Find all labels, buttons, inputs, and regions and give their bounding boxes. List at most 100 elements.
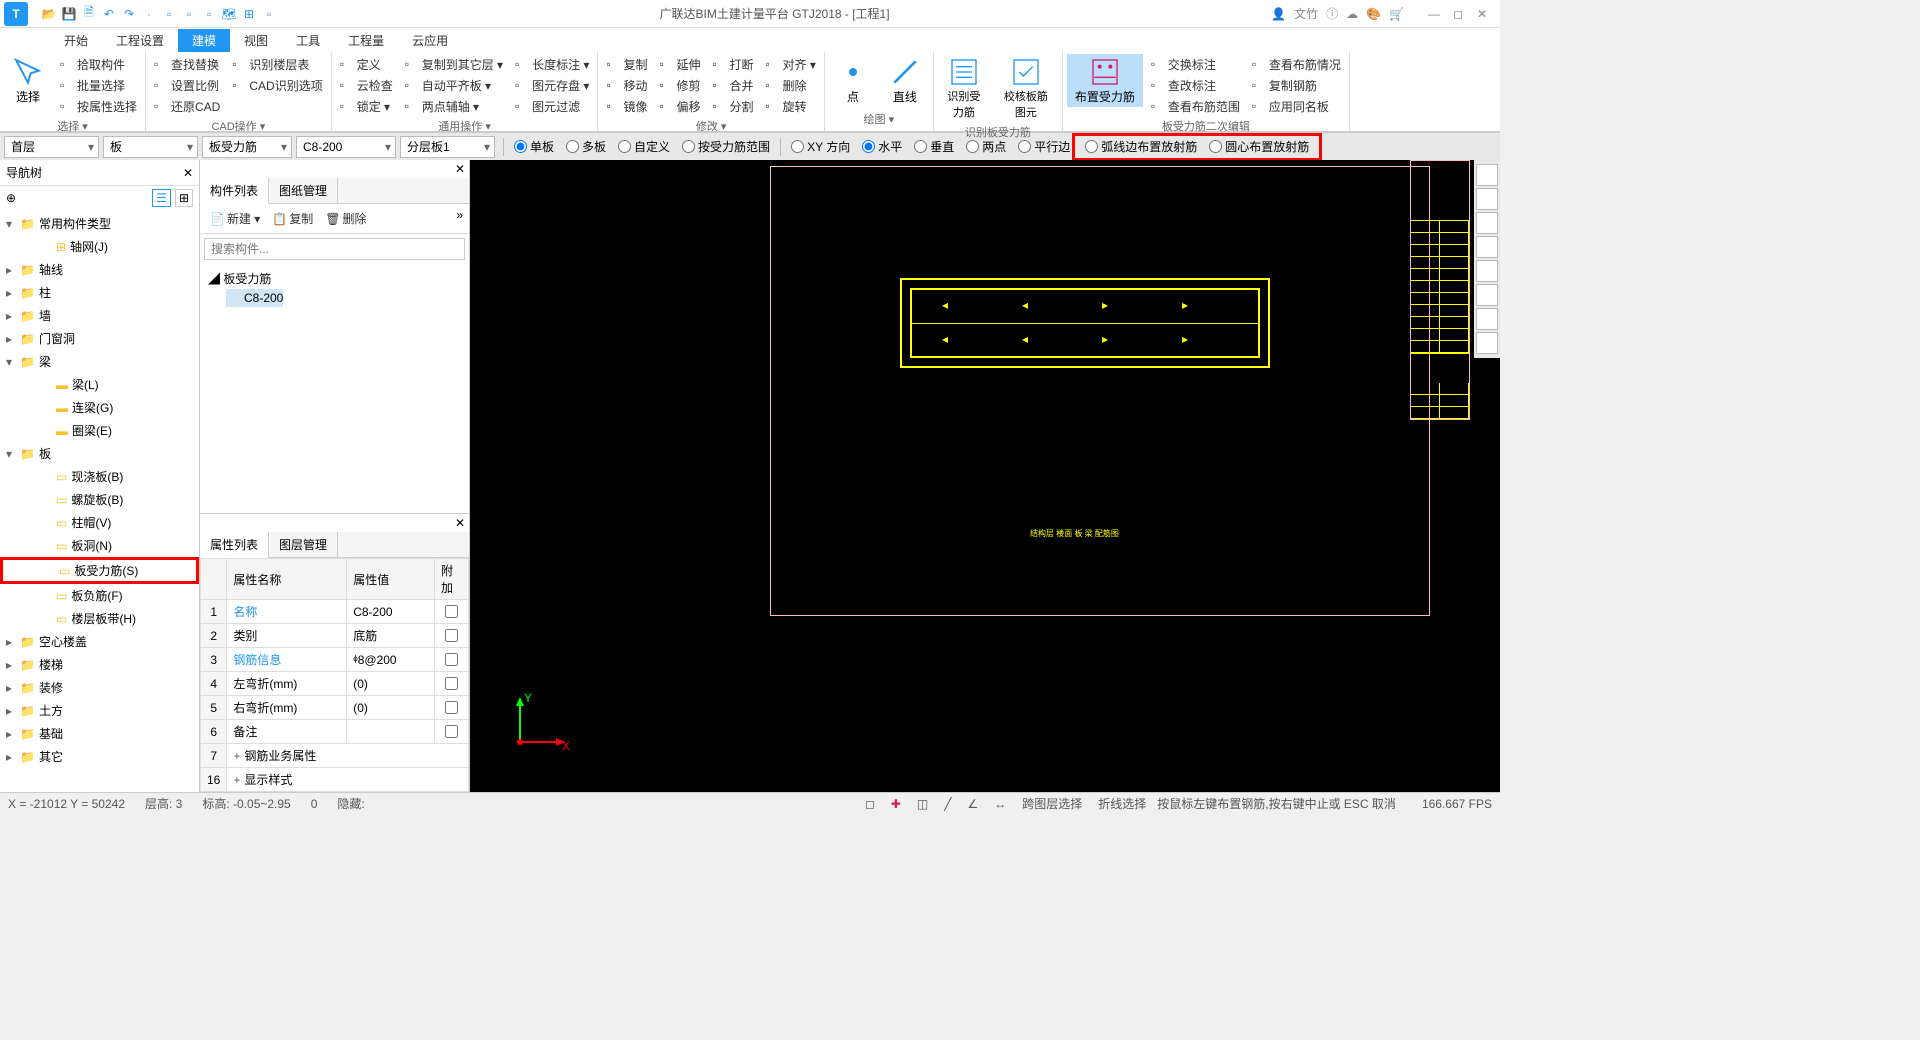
toolbar-more-icon[interactable]: » xyxy=(456,208,463,229)
ribbon-btn[interactable]: ▫还原CAD xyxy=(150,96,224,116)
tree-item[interactable]: ▸📁基础 xyxy=(0,722,199,745)
select-big-button[interactable]: 选择 xyxy=(4,54,52,107)
info-icon[interactable]: ⓘ xyxy=(1326,5,1338,22)
tree-item[interactable]: ▭板负筋(F) xyxy=(0,584,199,607)
radio-单板[interactable]: 单板 xyxy=(514,138,554,155)
radio-圆心布置放射筋[interactable]: 圆心布置放射筋 xyxy=(1209,138,1309,155)
prop-row[interactable]: 3钢筋信息ᶲ8@200 xyxy=(201,648,469,672)
drawing-canvas[interactable]: ◂ ◂ ▸ ▸ ◂ ◂ ▸ ▸ 结构层 楼面 板 梁 配筋图 xyxy=(470,160,1500,792)
ribbon-btn[interactable]: ▫删除 xyxy=(761,75,819,95)
tab-layer-manage[interactable]: 图层管理 xyxy=(269,532,338,557)
new-button[interactable]: 📄 新建 ▾ xyxy=(206,208,264,229)
tree-item[interactable]: ▭螺旋板(B) xyxy=(0,488,199,511)
sb-tool2[interactable]: ✚ xyxy=(886,796,906,812)
ribbon-btn[interactable]: ▫应用同名板 xyxy=(1248,96,1345,116)
ribbon-btn[interactable]: ▫旋转 xyxy=(761,96,819,116)
view-3d-icon[interactable] xyxy=(1476,188,1498,210)
component-search-input[interactable] xyxy=(204,238,465,260)
cloud-icon[interactable]: ☁ xyxy=(1346,7,1358,21)
ribbon-btn[interactable]: ▫两点辅轴 ▾ xyxy=(401,96,507,116)
prop-row[interactable]: 6备注 xyxy=(201,720,469,744)
tree-item[interactable]: ▸📁土方 xyxy=(0,699,199,722)
tree-item[interactable]: ▾📁板 xyxy=(0,442,199,465)
qat-redo-icon[interactable]: ↷ xyxy=(120,5,138,23)
tree-item[interactable]: ▸📁其它 xyxy=(0,745,199,768)
qat-saveas-icon[interactable]: 🗎 xyxy=(80,5,98,23)
qat-tool4-icon[interactable]: 🗺 xyxy=(220,5,238,23)
prop-row[interactable]: 16+显示样式 xyxy=(201,768,469,792)
tree-item[interactable]: ▾📁梁 xyxy=(0,350,199,373)
sb-polyline[interactable]: 折线选择 xyxy=(1093,794,1151,813)
sb-tool6[interactable]: ↔ xyxy=(989,796,1011,812)
ribbon-btn[interactable]: ▫打断 xyxy=(708,54,757,74)
prop-row[interactable]: 1名称C8-200 xyxy=(201,600,469,624)
ribbon-btn[interactable]: ▫锁定 ▾ xyxy=(336,96,397,116)
tree-item[interactable]: ▸📁柱 xyxy=(0,281,199,304)
check-rebar-button[interactable]: 校核板筋图元 xyxy=(994,54,1058,122)
comp-tree-item[interactable]: C8-200 xyxy=(226,289,283,307)
view-grid-icon[interactable] xyxy=(1476,332,1498,354)
floor-select[interactable]: 首层 xyxy=(4,136,99,158)
nav-view2-icon[interactable]: ⊞ xyxy=(175,189,193,207)
group-label-common[interactable]: 通用操作 ▾ xyxy=(336,116,594,136)
ribbon-btn[interactable]: ▫设置比例 xyxy=(150,75,224,95)
ribbon-btn[interactable]: ▫分割 xyxy=(708,96,757,116)
radio-水平[interactable]: 水平 xyxy=(862,138,902,155)
point-big-button[interactable]: 点 xyxy=(829,54,877,107)
radio-两点[interactable]: 两点 xyxy=(966,138,1006,155)
tree-item[interactable]: ▸📁楼梯 xyxy=(0,653,199,676)
view-wire-icon[interactable] xyxy=(1476,308,1498,330)
ribbon-btn[interactable]: ▫图元存盘 ▾ xyxy=(511,75,593,95)
tree-item[interactable]: ▬梁(L) xyxy=(0,373,199,396)
prop-close-icon[interactable]: ✕ xyxy=(455,516,465,530)
sb-tool3[interactable]: ◫ xyxy=(912,796,933,812)
view-box-icon[interactable] xyxy=(1476,212,1498,234)
qat-tool2-icon[interactable]: ▫ xyxy=(180,5,198,23)
ribbon-btn[interactable]: ▫长度标注 ▾ xyxy=(511,54,593,74)
tab-drawing-manage[interactable]: 图纸管理 xyxy=(269,178,338,203)
ribbon-btn[interactable]: ▫定义 xyxy=(336,54,397,74)
layer-select[interactable]: 分层板1 xyxy=(400,136,495,158)
prop-row[interactable]: 4左弯折(mm)(0) xyxy=(201,672,469,696)
arrange-rebar-button[interactable]: 布置受力筋 xyxy=(1067,54,1143,107)
ribbon-btn[interactable]: ▫查看布筋情况 xyxy=(1248,54,1345,74)
tab-property-list[interactable]: 属性列表 xyxy=(200,532,269,558)
menu-工程设置[interactable]: 工程设置 xyxy=(102,29,178,52)
menu-工程量[interactable]: 工程量 xyxy=(334,29,398,52)
category-select[interactable]: 板 xyxy=(103,136,198,158)
user-name[interactable]: 文竹 xyxy=(1294,5,1318,22)
type-select[interactable]: 板受力筋 xyxy=(202,136,292,158)
ribbon-btn[interactable]: ▫图元过滤 xyxy=(511,96,593,116)
ribbon-btn[interactable]: ▫修剪 xyxy=(655,75,704,95)
ribbon-btn[interactable]: ▫复制到其它层 ▾ xyxy=(401,54,507,74)
ribbon-btn[interactable]: ▫查改标注 xyxy=(1147,75,1244,95)
prop-row[interactable]: 2类别底筋 xyxy=(201,624,469,648)
nav-close-icon[interactable]: ✕ xyxy=(183,166,193,180)
ribbon-btn[interactable]: ▫CAD识别选项 xyxy=(228,75,326,95)
view-plane-icon[interactable] xyxy=(1476,236,1498,258)
menu-开始[interactable]: 开始 xyxy=(50,29,102,52)
tree-item[interactable]: ▭楼层板带(H) xyxy=(0,607,199,630)
ribbon-btn[interactable]: ▫复制 xyxy=(602,54,651,74)
nav-view1-icon[interactable]: ☰ xyxy=(152,189,171,207)
tree-item[interactable]: ▸📁门窗洞 xyxy=(0,327,199,350)
tree-item[interactable]: ▭板受力筋(S) xyxy=(0,557,199,584)
tree-item[interactable]: ▭柱帽(V) xyxy=(0,511,199,534)
qat-tool5-icon[interactable]: ⊞ xyxy=(240,5,258,23)
cart-icon[interactable]: 🛒 xyxy=(1389,7,1404,21)
menu-建模[interactable]: 建模 xyxy=(178,29,230,52)
nav-expand-icon[interactable]: ⊕ xyxy=(6,191,16,205)
radio-垂直[interactable]: 垂直 xyxy=(914,138,954,155)
view-orbit-icon[interactable] xyxy=(1476,164,1498,186)
view-iso-icon[interactable] xyxy=(1476,260,1498,282)
maximize-button[interactable]: ◻ xyxy=(1448,6,1468,22)
sb-cross-layer[interactable]: 跨图层选择 xyxy=(1017,794,1087,813)
sb-tool5[interactable]: ∠ xyxy=(962,796,983,812)
group-label-modify[interactable]: 修改 ▾ xyxy=(602,116,819,136)
sb-tool4[interactable]: ╱ xyxy=(939,796,956,812)
tree-item[interactable]: ⊞轴网(J) xyxy=(0,235,199,258)
ribbon-btn[interactable]: ▫延伸 xyxy=(655,54,704,74)
ribbon-btn[interactable]: ▫合并 xyxy=(708,75,757,95)
tab-component-list[interactable]: 构件列表 xyxy=(200,178,269,204)
radio-平行边[interactable]: 平行边 xyxy=(1018,138,1070,155)
